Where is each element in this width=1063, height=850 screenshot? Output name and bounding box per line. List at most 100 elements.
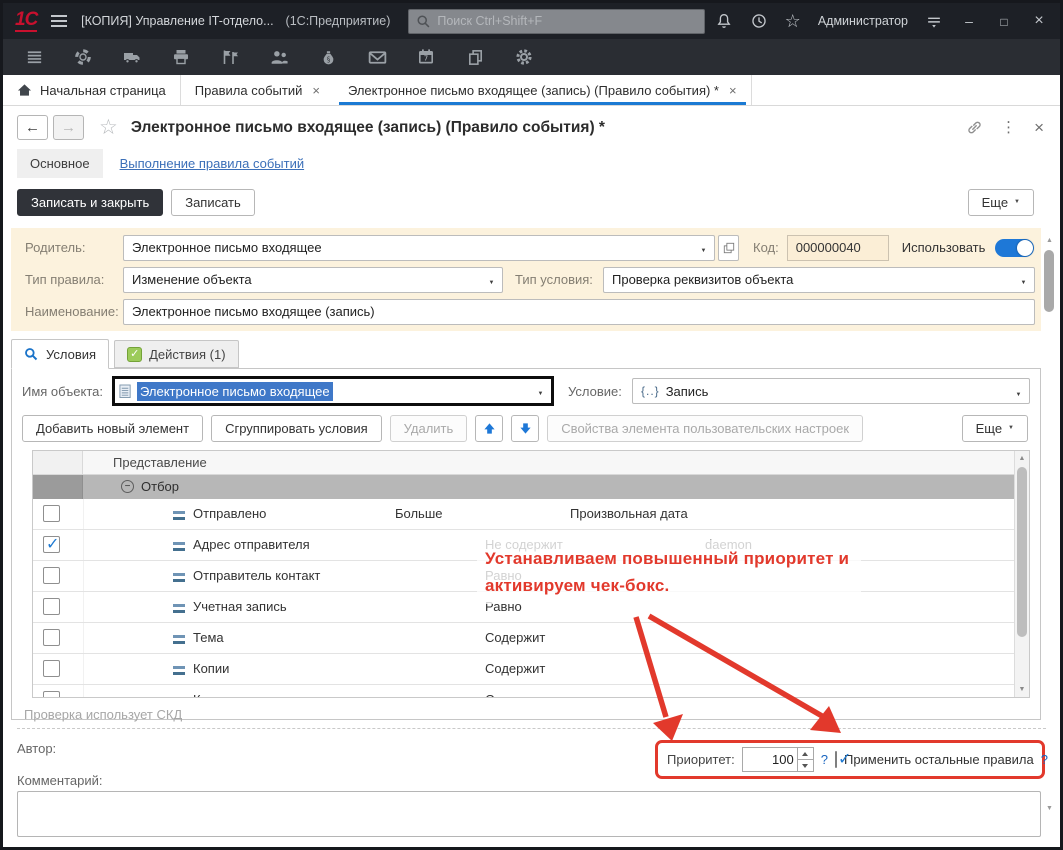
delete-button[interactable]: Удалить (390, 415, 468, 442)
scroll-up-icon[interactable] (1043, 237, 1056, 244)
row-field: Учетная запись (193, 599, 287, 614)
grid-scrollbar[interactable] (1014, 451, 1029, 697)
move-down-button[interactable] (511, 415, 539, 442)
condition-row[interactable]: КомуСодержит (33, 685, 1029, 698)
row-checkbox[interactable] (43, 536, 60, 553)
history-icon[interactable] (750, 12, 768, 30)
minimize-button[interactable] (960, 13, 978, 29)
name-field[interactable]: Электронное письмо входящее (запись) (123, 299, 1035, 325)
save-button[interactable]: Записать (171, 189, 255, 216)
chevron-down-icon[interactable] (695, 240, 712, 255)
menu-icon[interactable] (23, 46, 45, 68)
scroll-down-icon[interactable] (1043, 805, 1056, 812)
apply-rest-checkbox[interactable] (835, 751, 837, 768)
code-label: Код: (753, 240, 779, 255)
group-label: Отбор (141, 479, 179, 494)
tab-close-icon[interactable]: × (729, 83, 737, 98)
more-button[interactable]: Еще (968, 189, 1034, 216)
collapse-icon[interactable] (121, 480, 134, 493)
group-conditions-button[interactable]: Сгруппировать условия (211, 415, 382, 442)
condition-row[interactable]: ТемаСодержит (33, 623, 1029, 654)
use-toggle[interactable] (995, 239, 1034, 257)
open-parent-button[interactable] (718, 235, 739, 261)
row-checkbox[interactable] (43, 660, 60, 677)
printer-icon[interactable] (170, 46, 192, 68)
priority-input[interactable] (743, 748, 797, 771)
money-bag-icon[interactable]: § (317, 46, 339, 68)
condition-value: Запись (666, 384, 709, 399)
condition-row[interactable]: КопииСодержит (33, 654, 1029, 685)
priority-help-link[interactable]: ? (821, 752, 828, 767)
add-element-button[interactable]: Добавить новый элемент (22, 415, 203, 442)
form-scrollbar[interactable] (1043, 237, 1056, 812)
chevron-down-icon[interactable] (532, 382, 549, 400)
spinner-down-icon[interactable] (798, 759, 813, 771)
favorites-star-icon[interactable] (785, 11, 801, 32)
copies-icon[interactable] (464, 46, 486, 68)
app-title: [КОПИЯ] Управление IT-отдело... (81, 14, 273, 28)
back-button[interactable] (17, 115, 48, 140)
condition-row[interactable]: ОтправленоБольшеПроизвольная дата (33, 499, 1029, 530)
users-icon[interactable] (268, 46, 290, 68)
main-menu-icon[interactable] (51, 15, 67, 27)
row-checkbox[interactable] (43, 598, 60, 615)
move-up-button[interactable] (475, 415, 503, 442)
tab-event-rules[interactable]: Правила событий × (180, 75, 334, 105)
row-field: Тема (193, 630, 224, 645)
apply-rest-help-link[interactable]: ? (1041, 752, 1048, 767)
scroll-down-icon[interactable] (1015, 683, 1029, 696)
marks-flags-icon[interactable] (219, 46, 241, 68)
chevron-down-icon[interactable] (483, 272, 500, 287)
tab-actions[interactable]: Действия (1) (114, 340, 238, 368)
filter-group-row[interactable]: Отбор (33, 475, 1029, 499)
spinner-up-icon[interactable] (798, 748, 813, 759)
tab-home[interactable]: Начальная страница (3, 75, 180, 105)
save-and-close-button[interactable]: Записать и закрыть (17, 189, 163, 216)
more-conditions-button[interactable]: Еще (962, 415, 1028, 442)
more-actions-icon[interactable] (1001, 118, 1016, 137)
comment-field[interactable] (17, 791, 1041, 837)
forward-button[interactable] (53, 115, 84, 140)
rule-type-field[interactable]: Изменение объекта (123, 267, 503, 293)
chevron-down-icon[interactable] (1010, 384, 1027, 399)
notifications-bell-icon[interactable] (715, 12, 733, 30)
row-checkbox[interactable] (43, 629, 60, 646)
user-settings-props-button[interactable]: Свойства элемента пользовательских настр… (547, 415, 863, 442)
nav-main[interactable]: Основное (17, 149, 103, 178)
page-tabs: Условия Действия (1) (11, 339, 1060, 368)
tab-email-rule[interactable]: Электронное письмо входящее (запись) (Пр… (334, 75, 752, 105)
search-input[interactable] (437, 14, 696, 28)
delivery-truck-icon[interactable] (121, 46, 143, 68)
scroll-up-icon[interactable] (1015, 452, 1029, 465)
scroll-thumb[interactable] (1017, 467, 1027, 637)
row-field: Отправлено (193, 506, 266, 521)
condition-field[interactable]: {..} Запись (632, 378, 1030, 404)
object-name-field[interactable]: Электронное письмо входящее (112, 376, 554, 406)
current-user[interactable]: Администратор (818, 14, 908, 28)
get-link-icon[interactable] (966, 119, 983, 136)
row-checkbox[interactable] (43, 567, 60, 584)
close-form-icon[interactable] (1034, 118, 1044, 138)
condition-icon: {..} (641, 384, 660, 398)
close-window-button[interactable] (1030, 12, 1048, 30)
priority-spinner[interactable] (797, 748, 813, 771)
mail-icon[interactable] (366, 46, 388, 68)
row-checkbox[interactable] (43, 505, 60, 522)
tab-close-icon[interactable]: × (312, 83, 320, 98)
support-lifering-icon[interactable] (72, 46, 94, 68)
tab-conditions[interactable]: Условия (11, 339, 109, 369)
arrow-down-icon (519, 422, 532, 435)
row-checkbox[interactable] (43, 691, 60, 698)
parent-field[interactable]: Электронное письмо входящее (123, 235, 715, 261)
chevron-down-icon[interactable] (1015, 272, 1032, 287)
scroll-thumb[interactable] (1044, 250, 1054, 312)
maximize-button[interactable] (995, 13, 1013, 29)
condition-type-field[interactable]: Проверка реквизитов объекта (603, 267, 1035, 293)
priority-field[interactable] (742, 747, 814, 772)
settings-gear-icon[interactable] (513, 46, 535, 68)
nav-rule-execution-link[interactable]: Выполнение правила событий (120, 156, 305, 171)
calendar-icon[interactable]: 7 (415, 46, 437, 68)
favorite-star-icon[interactable] (99, 115, 118, 140)
global-search[interactable] (408, 9, 704, 34)
service-menu-icon[interactable] (925, 12, 943, 30)
